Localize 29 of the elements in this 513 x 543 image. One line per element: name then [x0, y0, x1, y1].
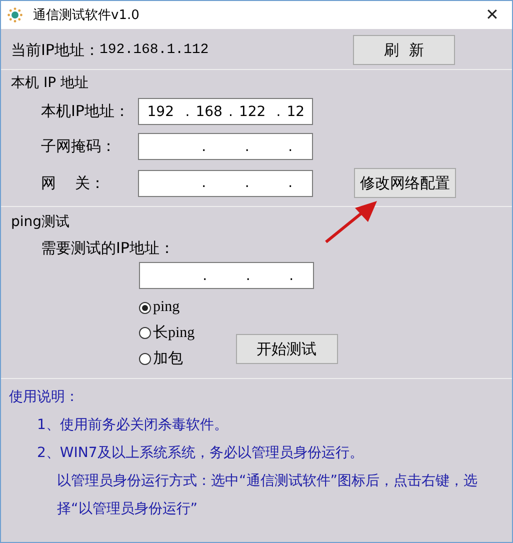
- radio-option[interactable]: 加包: [139, 349, 195, 368]
- instruction-text: 1、使用前务必关闭杀毒软件。: [36, 416, 229, 435]
- ip-address-field[interactable]: . . .: [138, 133, 313, 160]
- field-label: 网 关：: [40, 174, 106, 192]
- refresh-button[interactable]: 刷 新: [353, 35, 455, 65]
- close-button[interactable]: ✕: [472, 1, 512, 29]
- field-label: 本机IP地址：: [40, 102, 130, 121]
- pointer-arrow: [323, 200, 379, 244]
- radio-button[interactable]: [139, 352, 151, 364]
- window-title: 通信测试软件v1.0: [33, 7, 140, 24]
- section-title: 本机 IP 地址: [11, 74, 90, 92]
- start-test-button[interactable]: 开始测试: [236, 334, 338, 364]
- target-ip-label: 需要测试的IP地址：: [40, 239, 176, 258]
- current-ip-value: 192.168.1.112: [99, 42, 209, 58]
- section-title: ping测试: [11, 213, 71, 231]
- instructions-title: 使用说明：: [9, 388, 80, 407]
- field-label: 子网掩码：: [40, 137, 117, 156]
- ip-address-field[interactable]: . . .: [139, 262, 314, 289]
- radio-button[interactable]: [139, 326, 151, 338]
- app-icon: [7, 7, 23, 23]
- modify-network-button[interactable]: 修改网络配置: [354, 168, 456, 198]
- radio-option[interactable]: 长ping: [139, 323, 195, 342]
- radio-button[interactable]: [139, 302, 151, 314]
- instruction-text: 以管理员身份运行方式：选中“通信测试软件”图标后，点击右键，选择“以管理员身份运行”: [56, 472, 479, 519]
- radio-option[interactable]: ping: [139, 299, 195, 316]
- current-ip-label: 当前IP地址：: [11, 40, 100, 60]
- ip-address-field[interactable]: . . .: [138, 170, 313, 196]
- instruction-text: 2、WIN7及以上系统系统，务必以管理员身份运行。: [36, 444, 364, 463]
- ip-address-field[interactable]: 192 . 168 . 122 . 12: [138, 98, 313, 125]
